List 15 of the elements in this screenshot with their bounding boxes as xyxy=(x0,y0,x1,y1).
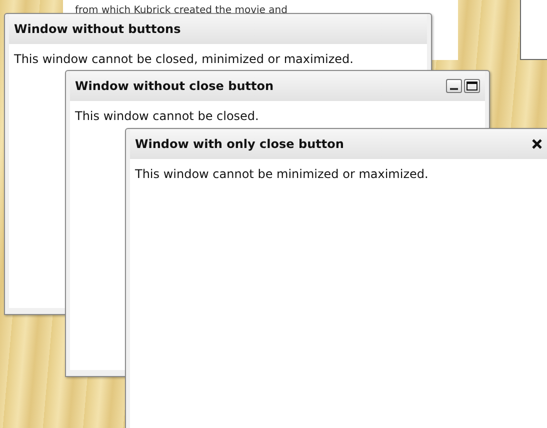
window-title: Window with only close button xyxy=(135,136,345,153)
title-bar[interactable]: Window without buttons xyxy=(9,14,427,44)
window-title: Window without buttons xyxy=(14,21,182,38)
window-message: This window cannot be minimized or maximized. xyxy=(135,166,430,183)
close-icon xyxy=(532,139,542,149)
page-text: from which Kubrick created the movie and xyxy=(75,5,288,17)
maximize-icon xyxy=(466,81,478,91)
title-bar[interactable]: Window with only close button xyxy=(130,129,547,159)
title-bar[interactable]: Window without close button xyxy=(70,71,485,101)
window-message: This window cannot be closed, minimized or maximized. xyxy=(14,51,354,68)
minimize-button[interactable] xyxy=(446,79,462,93)
close-button[interactable] xyxy=(529,137,545,151)
window-title: Window without close button xyxy=(75,78,274,95)
window-message: This window cannot be closed. xyxy=(75,108,260,125)
maximize-button[interactable] xyxy=(464,79,480,93)
